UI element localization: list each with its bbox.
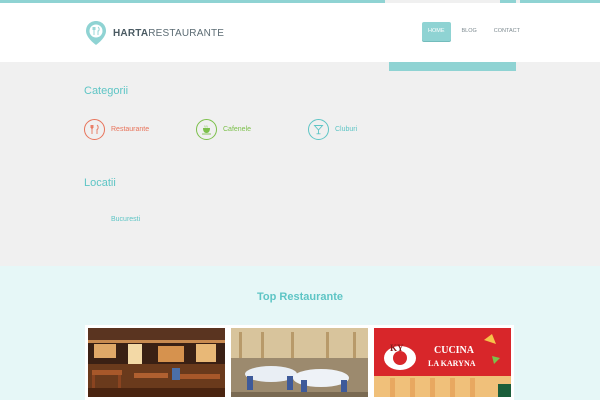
top-restaurants-section: Top Restaurante KY CUCINA LA KARYNA: [0, 266, 600, 400]
locations-title: Locatii: [84, 177, 116, 189]
category-restaurante[interactable]: Restaurante: [84, 119, 149, 140]
category-cluburi[interactable]: Cluburi: [308, 119, 357, 140]
nav-dropdown-bar: [389, 62, 516, 71]
nav-contact[interactable]: CONTACT: [488, 22, 526, 41]
logo-text: HARTARESTAURANTE: [113, 27, 225, 39]
nav-home[interactable]: HOME: [422, 22, 451, 41]
map-pin-icon: [86, 21, 106, 45]
restaurant-image: [88, 328, 225, 397]
restaurant-card[interactable]: [85, 325, 228, 400]
restaurant-image: KY CUCINA LA KARYNA: [374, 328, 511, 397]
restaurant-card[interactable]: [228, 325, 371, 400]
site-header: HARTARESTAURANTE HOME BLOG CONTACT: [0, 3, 600, 62]
card-sign-line2: LA KARYNA: [428, 359, 476, 368]
card-logo-text: KY: [390, 343, 404, 353]
category-label: Cluburi: [335, 126, 358, 133]
main-nav: HOME BLOG CONTACT: [422, 22, 526, 41]
category-cafenele[interactable]: Cafenele: [196, 119, 251, 140]
cocktail-glass-icon: [308, 119, 329, 140]
coffee-cup-icon: [196, 119, 217, 140]
category-label: Cafenele: [223, 126, 252, 133]
card-sign-line1: CUCINA: [434, 345, 475, 356]
site-logo[interactable]: HARTARESTAURANTE: [85, 20, 224, 46]
fork-knife-icon: [84, 119, 105, 140]
restaurant-card[interactable]: KY CUCINA LA KARYNA: [371, 325, 514, 400]
top-restaurants-title: Top Restaurante: [257, 291, 343, 303]
category-label: Restaurante: [111, 126, 150, 133]
categories-title: Categorii: [84, 85, 129, 97]
nav-blog[interactable]: BLOG: [456, 22, 483, 41]
restaurant-image: [231, 328, 368, 397]
location-bucuresti[interactable]: Bucuresti: [111, 216, 140, 223]
